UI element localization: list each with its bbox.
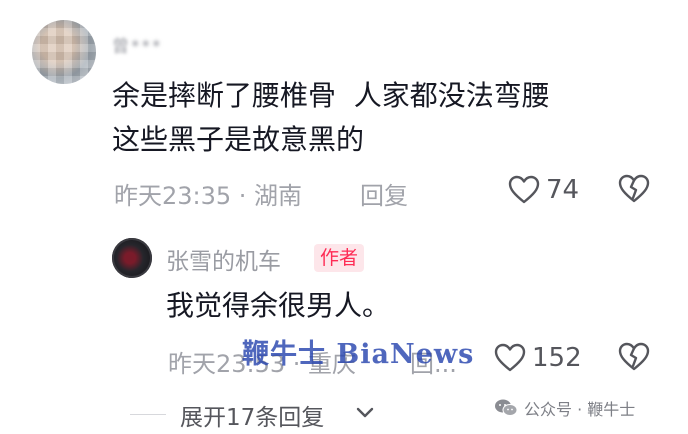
reply-dislike-button[interactable] xyxy=(618,342,650,376)
comment-meta: 昨天23:35 · 湖南 xyxy=(114,182,303,210)
reply-avatar[interactable] xyxy=(112,238,152,278)
comment-dislike-button[interactable] xyxy=(618,174,650,208)
reply-username[interactable]: 张雪的机车 xyxy=(166,242,281,276)
wechat-watermark-text: 公众号 · 鞭牛士 xyxy=(524,400,636,419)
author-badge: 作者 xyxy=(314,244,365,272)
comment-text-line-1: 余是摔断了腰椎骨 人家都没法弯腰 xyxy=(112,79,550,112)
heart-icon xyxy=(508,175,540,204)
chevron-down-icon[interactable] xyxy=(356,406,374,420)
commenter-avatar[interactable] xyxy=(32,20,96,84)
reply-text: 我觉得余很男人。 xyxy=(166,289,391,322)
expand-replies-button[interactable]: 展开17条回复 xyxy=(180,398,324,432)
expand-divider xyxy=(130,414,166,415)
reply-like-count: 152 xyxy=(532,343,582,373)
wechat-watermark: 公众号 · 鞭牛士 xyxy=(494,396,635,420)
comment-like-button[interactable]: 74 xyxy=(508,175,579,205)
bianews-watermark: 鞭牛士 BiaNews xyxy=(242,339,475,370)
commenter-username[interactable]: 曾*** xyxy=(112,32,163,57)
comment-like-count: 74 xyxy=(546,175,580,205)
heart-icon xyxy=(494,343,526,372)
reply-like-button[interactable]: 152 xyxy=(494,343,582,373)
broken-heart-icon xyxy=(618,174,650,203)
wechat-icon xyxy=(495,399,518,416)
comment-text-line-2: 这些黑子是故意黑的 xyxy=(112,123,365,156)
comment-reply-button[interactable]: 回复 xyxy=(360,176,408,211)
broken-heart-icon xyxy=(618,342,650,371)
